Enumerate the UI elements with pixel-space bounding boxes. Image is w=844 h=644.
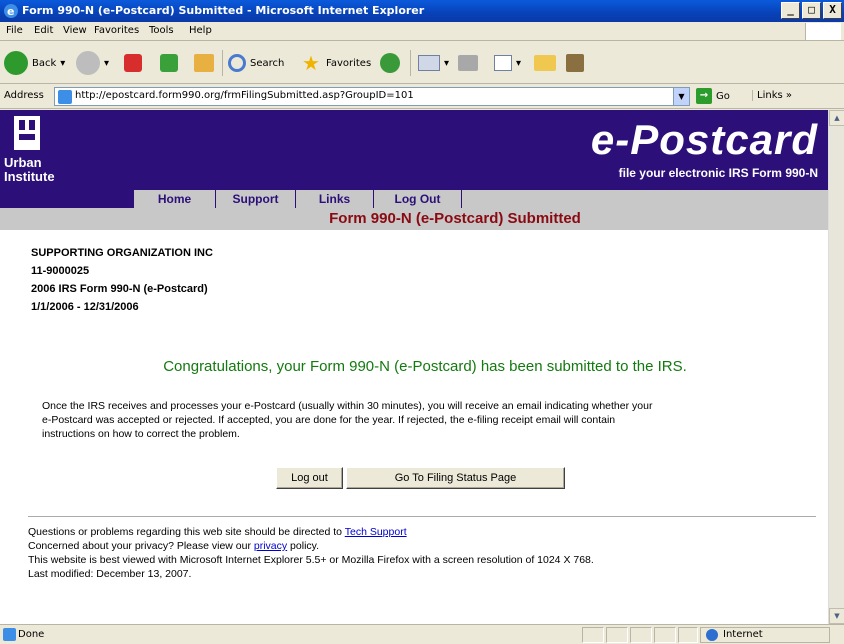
nav-logout[interactable]: Log Out <box>374 190 462 208</box>
favorites-button[interactable]: ★ Favorites <box>302 48 371 78</box>
org-info: SUPPORTING ORGANIZATION INC 11-9000025 2… <box>31 244 213 316</box>
chevron-down-icon[interactable]: ▼ <box>673 88 689 105</box>
address-bar: Address http://epostcard.form990.org/frm… <box>0 85 844 109</box>
menu-view[interactable]: View <box>63 25 87 36</box>
scroll-thumb[interactable] <box>829 126 844 608</box>
status-panel <box>654 627 676 643</box>
subtitle-bar: Form 990-N (e-Postcard) Submitted <box>0 208 828 230</box>
info-paragraph: Once the IRS receives and processes your… <box>42 400 653 440</box>
back-button[interactable]: Back ▾ <box>4 48 65 78</box>
menu-file[interactable]: File <box>6 25 23 36</box>
edit-button[interactable]: ▾ <box>494 48 521 78</box>
window-title: Form 990-N (e-Postcard) Submitted - Micr… <box>22 4 425 17</box>
address-label: Address <box>4 90 44 101</box>
scroll-down-button[interactable]: ▼ <box>829 608 844 624</box>
chevron-down-icon: ▾ <box>444 57 450 69</box>
forward-button[interactable]: ▾ <box>76 48 109 78</box>
tax-period: 1/1/2006 - 12/31/2006 <box>31 301 139 313</box>
ie-icon: e <box>4 4 18 18</box>
go-arrow-icon: → <box>696 88 712 104</box>
status-panel <box>582 627 604 643</box>
forward-arrow-icon <box>76 51 100 75</box>
folder-icon <box>534 55 556 71</box>
org-ein: 11-9000025 <box>31 265 90 277</box>
home-icon <box>194 54 214 72</box>
mail-button[interactable]: ▾ <box>418 48 449 78</box>
org-name: SUPPORTING ORGANIZATION INC <box>31 247 213 259</box>
research-icon <box>566 54 584 72</box>
nav-home[interactable]: Home <box>134 190 216 208</box>
refresh-button[interactable] <box>160 48 178 78</box>
minimize-button[interactable]: _ <box>781 2 800 19</box>
status-panel <box>678 627 698 643</box>
menu-favorites[interactable]: Favorites <box>94 25 139 36</box>
urban-institute-logo <box>14 116 40 150</box>
home-button[interactable] <box>194 48 214 78</box>
logout-button[interactable]: Log out <box>276 467 343 489</box>
chevron-down-icon: ▾ <box>60 57 66 69</box>
menu-tools[interactable]: Tools <box>149 25 174 36</box>
tech-support-link[interactable]: Tech Support <box>345 526 407 538</box>
star-icon: ★ <box>302 51 320 75</box>
status-bar: Done Internet <box>0 624 844 644</box>
page-title: Form 990-N (e-Postcard) Submitted <box>329 210 581 227</box>
stop-button[interactable] <box>124 48 142 78</box>
print-button[interactable] <box>458 48 478 78</box>
security-zone: Internet <box>700 627 830 643</box>
page-viewport: Urban Institute e-Postcard file your ele… <box>0 110 828 624</box>
page-icon <box>58 90 72 104</box>
menu-edit[interactable]: Edit <box>34 25 53 36</box>
address-input[interactable]: http://epostcard.form990.org/frmFilingSu… <box>54 87 690 106</box>
windows-logo-icon <box>805 23 841 40</box>
toolbar: Back ▾ ▾ Search ★ Favorites ▾ ▾ <box>0 42 844 84</box>
search-button[interactable]: Search <box>228 48 284 78</box>
status-text: Done <box>18 629 45 640</box>
status-panel <box>630 627 652 643</box>
maximize-button[interactable]: □ <box>802 2 821 19</box>
vertical-scrollbar[interactable]: ▲ ▼ <box>828 110 844 624</box>
chevron-down-icon: ▾ <box>516 57 522 69</box>
back-arrow-icon <box>4 51 28 75</box>
go-button[interactable]: → Go <box>696 88 730 104</box>
search-icon <box>228 54 246 72</box>
congrats-message: Congratulations, your Form 990-N (e-Post… <box>163 358 687 375</box>
folder-button[interactable] <box>534 48 556 78</box>
address-url: http://epostcard.form990.org/frmFilingSu… <box>75 90 414 101</box>
chevron-down-icon: ▾ <box>104 57 110 69</box>
status-panel <box>606 627 628 643</box>
nav-row: Home Support Links Log Out <box>0 190 828 208</box>
footer: Questions or problems regarding this web… <box>28 526 594 580</box>
nav-support[interactable]: Support <box>216 190 296 208</box>
history-icon <box>380 53 400 73</box>
privacy-link[interactable]: privacy <box>254 540 287 552</box>
globe-icon <box>706 629 718 641</box>
word-icon <box>494 55 512 71</box>
svg-text:e: e <box>7 5 14 18</box>
page-done-icon <box>3 628 16 641</box>
brand-tagline: file your electronic IRS Form 990-N <box>618 166 818 180</box>
print-icon <box>458 55 478 71</box>
brand-title: e-Postcard <box>590 116 818 163</box>
scroll-up-button[interactable]: ▲ <box>829 110 844 126</box>
form-name: 2006 IRS Form 990-N (e-Postcard) <box>31 283 208 295</box>
nav-bar: Home Support Links Log Out <box>134 190 828 208</box>
menu-bar: File Edit View Favorites Tools Help <box>0 22 844 41</box>
filing-status-button[interactable]: Go To Filing Status Page <box>346 467 565 489</box>
history-button[interactable] <box>380 48 400 78</box>
links-button[interactable]: Links » <box>752 90 792 101</box>
nav-links[interactable]: Links <box>296 190 374 208</box>
window-title-bar: e Form 990-N (e-Postcard) Submitted - Mi… <box>0 0 844 22</box>
divider <box>28 516 816 517</box>
research-button[interactable] <box>566 48 584 78</box>
site-banner: Urban Institute e-Postcard file your ele… <box>0 110 828 190</box>
org-logo-text: Urban Institute <box>4 155 55 184</box>
refresh-icon <box>160 54 178 72</box>
menu-help[interactable]: Help <box>189 25 212 36</box>
stop-icon <box>124 54 142 72</box>
mail-icon <box>418 55 440 71</box>
close-button[interactable]: X <box>823 2 842 19</box>
